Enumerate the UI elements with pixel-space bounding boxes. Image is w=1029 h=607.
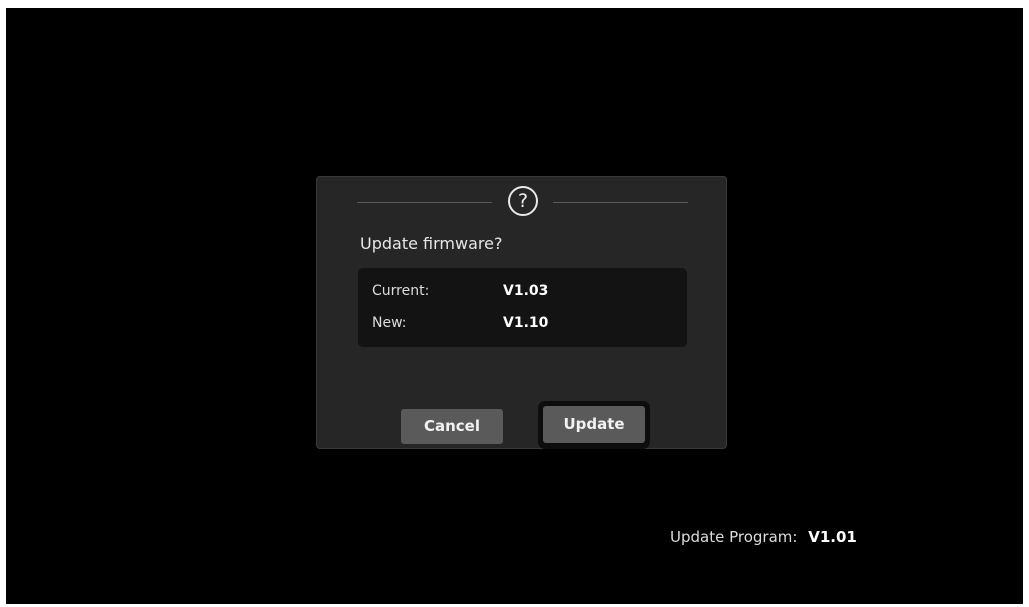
screen-background: ? Update firmware? Current: V1.03 New: V… [6,8,1023,604]
update-button-focus-frame: Update [538,401,650,449]
version-panel: Current: V1.03 New: V1.10 [358,268,687,347]
update-program-label: Update Program: [670,528,798,546]
update-firmware-dialog: ? Update firmware? Current: V1.03 New: V… [316,176,727,449]
header-divider-right [553,202,688,203]
new-version-value: V1.10 [503,315,549,331]
dialog-title: Update firmware? [360,234,503,253]
cancel-button[interactable]: Cancel [401,409,503,444]
question-icon: ? [508,186,538,216]
current-version-label: Current: [372,283,430,299]
current-version-value: V1.03 [503,283,549,299]
update-program-version: V1.01 [808,528,857,546]
header-divider-left [357,202,492,203]
new-version-label: New: [372,315,407,331]
update-program-info: Update Program: V1.01 [670,528,857,546]
update-button[interactable]: Update [543,406,645,443]
